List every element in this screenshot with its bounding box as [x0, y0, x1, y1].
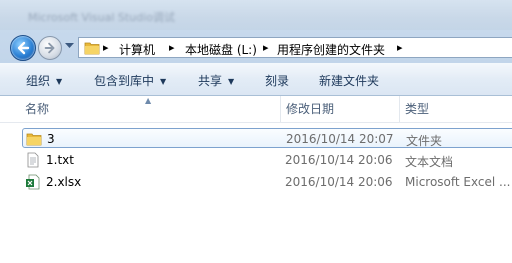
breadcrumb-separator-icon[interactable]: ▸: [103, 41, 109, 54]
file-list: 3 2016/10/14 20:07 文件夹 1.txt 2016/10/14 …: [0, 122, 512, 263]
column-type[interactable]: 类型: [400, 96, 512, 122]
folder-icon: [84, 42, 100, 55]
forward-arrow-icon: [44, 42, 55, 54]
file-row[interactable]: 2.xlsx 2016/10/14 20:06 Microsoft Excel …: [22, 172, 512, 192]
file-name: 3: [47, 132, 55, 146]
file-row[interactable]: 1.txt 2016/10/14 20:06 文本文档: [22, 150, 512, 170]
include-in-library-label: 包含到库中: [94, 74, 155, 88]
organize-menu-button[interactable]: 组织 ▼: [26, 72, 62, 89]
breadcrumb-separator-icon[interactable]: ▸: [397, 41, 403, 54]
forward-button[interactable]: [38, 36, 62, 60]
new-folder-button[interactable]: 新建文件夹: [319, 72, 379, 89]
column-date-modified[interactable]: 修改日期: [281, 96, 399, 122]
command-bar: 组织 ▼ 包含到库中 ▼ 共享 ▼ 刻录 新建文件夹: [0, 63, 512, 96]
folder-icon: [26, 133, 42, 146]
recent-pages-dropdown-icon[interactable]: [65, 43, 74, 49]
excel-file-icon: [26, 174, 40, 190]
navigation-bar: ▸ 计算机 ▸ 本地磁盘 (L:) ▸ 用程序创建的文件夹 ▸: [0, 30, 512, 63]
text-file-icon: [27, 152, 39, 168]
back-arrow-icon: [17, 41, 30, 55]
share-button[interactable]: 共享 ▼: [198, 72, 234, 89]
file-row[interactable]: 3 2016/10/14 20:07 文件夹: [22, 128, 512, 148]
file-type: 文本文档: [405, 155, 454, 169]
share-label: 共享: [198, 74, 223, 88]
breadcrumb-computer[interactable]: 计算机: [119, 41, 155, 58]
organize-label: 组织: [26, 74, 51, 88]
dropdown-arrow-icon: ▼: [56, 77, 63, 86]
file-modified: 2016/10/14 20:07: [286, 132, 394, 146]
file-name: 2.xlsx: [46, 175, 82, 189]
dropdown-arrow-icon: ▼: [228, 77, 235, 86]
window-title: Microsoft Visual Studio调试: [28, 11, 175, 24]
breadcrumb-separator-icon[interactable]: ▸: [169, 41, 175, 54]
breadcrumb-current-folder[interactable]: 用程序创建的文件夹: [277, 41, 385, 58]
column-header: ▲ 名称 修改日期 类型: [0, 96, 512, 123]
breadcrumb-separator-icon[interactable]: ▸: [263, 41, 269, 54]
file-type: Microsoft Excel ...: [405, 175, 511, 189]
address-bar[interactable]: ▸ 计算机 ▸ 本地磁盘 (L:) ▸ 用程序创建的文件夹 ▸: [78, 37, 512, 58]
back-button[interactable]: [10, 35, 36, 61]
burn-button[interactable]: 刻录: [265, 72, 289, 89]
title-bar: Microsoft Visual Studio调试: [0, 0, 512, 30]
file-modified: 2016/10/14 20:06: [285, 153, 393, 167]
dropdown-arrow-icon: ▼: [160, 77, 167, 86]
breadcrumb-local-disk[interactable]: 本地磁盘 (L:): [185, 41, 257, 58]
file-name: 1.txt: [46, 153, 74, 167]
include-in-library-button[interactable]: 包含到库中 ▼: [94, 72, 166, 89]
column-name[interactable]: 名称: [20, 96, 280, 122]
file-type: 文件夹: [406, 134, 443, 148]
file-modified: 2016/10/14 20:06: [285, 175, 393, 189]
